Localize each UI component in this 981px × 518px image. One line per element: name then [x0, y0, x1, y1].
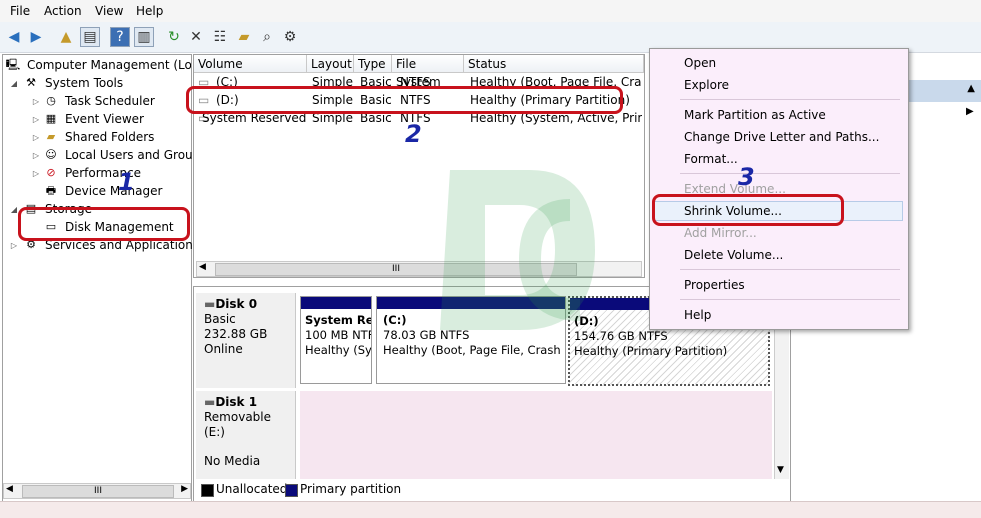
scroll-down-icon[interactable]: ▼ [777, 465, 784, 475]
expand-right-icon[interactable]: ▶ [966, 106, 974, 117]
tools-icon: ⚒ [26, 76, 36, 89]
expand-icon[interactable]: ▷ [9, 237, 19, 254]
action-pane-icon[interactable]: ▥ [134, 27, 154, 47]
disk-1-label[interactable]: ▬Disk 1 Removable (E:) No Media [196, 391, 296, 479]
navigation-tree: 🖳 Computer Management (Local ◢ ⚒ System … [2, 54, 207, 502]
shared-folder-icon: ▰ [46, 130, 56, 143]
collapse-up-icon[interactable]: ▲ [967, 83, 975, 94]
menu-file[interactable]: File [10, 4, 30, 18]
users-icon: ☺ [45, 148, 57, 161]
help-icon[interactable]: ? [110, 27, 130, 47]
menu-help[interactable]: Help [136, 4, 163, 18]
search-icon[interactable]: ⌕ [257, 27, 277, 47]
menu-separator [680, 173, 900, 174]
watermark-logo [440, 170, 595, 330]
menu-item-format[interactable]: Format... [684, 150, 738, 168]
legend: Unallocated Primary partition [193, 480, 789, 500]
annotation-box-volume-d [186, 86, 623, 114]
expand-icon[interactable]: ▷ [31, 93, 41, 110]
computer-management-icon: 🖳 [5, 58, 21, 71]
refresh-icon[interactable]: ↻ [164, 27, 184, 47]
back-icon[interactable]: ◀ [4, 27, 24, 47]
menu-item-delete-volume[interactable]: Delete Volume... [684, 246, 783, 264]
event-viewer-icon: ▦ [45, 112, 57, 125]
column-volume[interactable]: Volume [194, 55, 307, 73]
scroll-left-icon[interactable]: ◀ [199, 262, 206, 272]
column-file-system[interactable]: File System [392, 55, 464, 89]
clock-icon: ◷ [46, 94, 56, 107]
menu-item-properties[interactable]: Properties [684, 276, 745, 294]
menu-item-mark-active[interactable]: Mark Partition as Active [684, 106, 826, 124]
status-bar [0, 501, 981, 518]
expand-icon[interactable]: ▷ [31, 147, 41, 164]
annotation-step-1: 1 [118, 168, 135, 196]
menu-view[interactable]: View [95, 4, 123, 18]
expand-icon[interactable]: ▷ [31, 165, 41, 182]
forward-icon[interactable]: ▶ [26, 27, 46, 47]
annotation-box-disk-management [18, 207, 190, 241]
menu-separator [680, 99, 900, 100]
menu-item-help[interactable]: Help [684, 306, 711, 324]
menu-item-explore[interactable]: Explore [684, 76, 729, 94]
menu-action[interactable]: Action [44, 4, 82, 18]
tree-horizontal-scrollbar[interactable]: ◀ III ▶ [3, 483, 191, 499]
scroll-thumb[interactable]: III [22, 485, 174, 498]
menu-item-change-drive-letter[interactable]: Change Drive Letter and Paths... [684, 128, 879, 146]
settings-icon[interactable]: ⚙ [280, 27, 300, 47]
up-folder-icon[interactable]: ▲ [56, 27, 76, 47]
menu-bar: File Action View Help [0, 0, 981, 22]
disk-1-area[interactable] [300, 391, 772, 479]
delete-icon[interactable]: ✕ [186, 27, 206, 47]
column-status[interactable]: Status [464, 55, 644, 73]
annotation-box-shrink-volume [652, 194, 844, 226]
column-type[interactable]: Type [354, 55, 392, 73]
performance-icon: ⊘ [46, 166, 56, 179]
column-layout[interactable]: Layout [307, 55, 354, 73]
scroll-right-icon[interactable]: ▶ [181, 484, 188, 494]
context-menu: Open Explore Mark Partition as Active Ch… [649, 48, 909, 330]
menu-item-add-mirror: Add Mirror... [684, 226, 757, 240]
partition-system-reserved[interactable]: System Res 100 MB NTF Healthy (Sy [300, 296, 372, 384]
actions-pane-header[interactable]: ▲ [908, 80, 981, 102]
unallocated-swatch [201, 484, 214, 497]
annotation-step-2: 2 [405, 120, 422, 148]
disk-icon: ▬ [204, 395, 216, 409]
expand-icon[interactable]: ▷ [31, 129, 41, 146]
properties-icon[interactable]: ☷ [210, 27, 230, 47]
scroll-left-icon[interactable]: ◀ [6, 484, 13, 494]
collapse-icon[interactable]: ◢ [9, 75, 19, 92]
expand-icon[interactable]: ▷ [31, 111, 41, 128]
menu-item-open[interactable]: Open [684, 54, 716, 72]
open-folder-icon[interactable]: ▰ [234, 27, 254, 47]
disk-0-label[interactable]: ▬Disk 0 Basic 232.88 GB Online [196, 293, 296, 388]
disk-icon: ▬ [204, 297, 216, 311]
device-manager-icon: 🖶 [45, 184, 57, 197]
show-hide-tree-icon[interactable]: ▤ [80, 27, 100, 47]
primary-swatch [285, 484, 298, 497]
menu-separator [680, 299, 900, 300]
tree-item-root[interactable]: 🖳 Computer Management (Local [5, 57, 191, 74]
annotation-step-3: 3 [738, 163, 755, 191]
menu-separator [680, 269, 900, 270]
